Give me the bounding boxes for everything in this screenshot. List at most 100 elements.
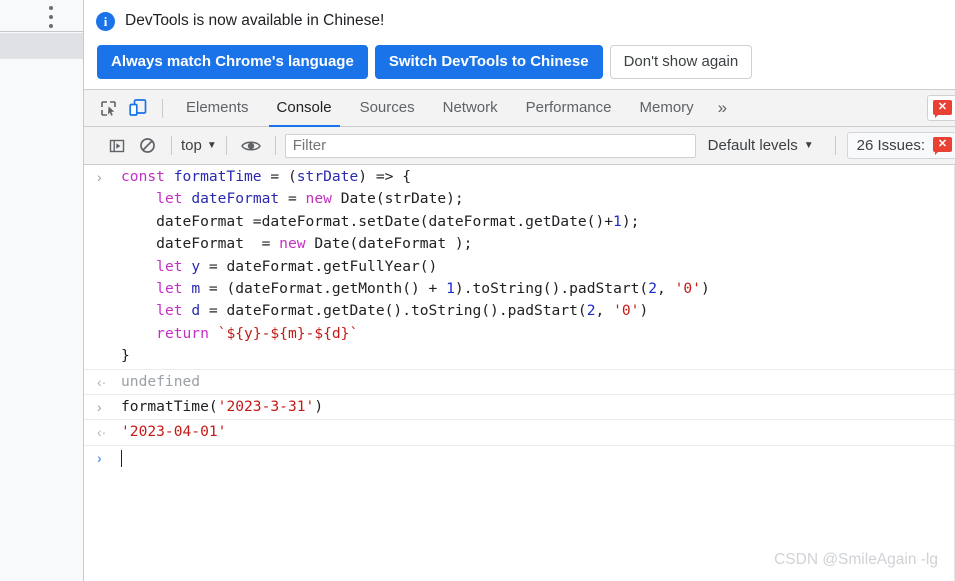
tabbar-divider [162, 98, 163, 118]
code-token: let [156, 257, 192, 275]
live-expression-eye-icon[interactable] [236, 131, 266, 161]
code-token: = ( [261, 168, 297, 185]
code-token: = (dateFormat.getMonth() + [200, 280, 447, 298]
language-banner: i DevTools is now available in Chinese! … [84, 0, 955, 89]
code-line: '2023-04-01' [121, 421, 955, 443]
sidebar-selected-row[interactable] [0, 33, 83, 60]
watermark: CSDN @SmileAgain -lg [774, 551, 938, 568]
console-prompt-line[interactable]: › [84, 444, 955, 474]
more-tabs-button[interactable]: » [708, 89, 737, 127]
execution-context-label: top [181, 137, 202, 154]
code-token: } [121, 347, 130, 365]
code-token: 2 [648, 280, 658, 298]
code-token: d [191, 302, 201, 320]
tabbar-right-group: ✕ [927, 89, 955, 127]
execution-context-selector[interactable]: top ▼ [181, 137, 217, 154]
code-token: ) [700, 280, 710, 298]
kebab-menu-icon[interactable] [46, 4, 56, 30]
banner-message: DevTools is now available in Chinese! [125, 12, 385, 29]
issues-button[interactable]: 26 Issues: ✕ [846, 132, 955, 159]
input-chevron-icon: › [97, 169, 102, 185]
tab-console[interactable]: Console [263, 89, 346, 127]
console-output-message: ‹· '2023-04-01' [84, 419, 955, 444]
tab-elements[interactable]: Elements [172, 89, 263, 127]
output-chevron-icon: ‹· [97, 373, 107, 390]
filter-input[interactable] [284, 133, 696, 158]
banner-message-row: i DevTools is now available in Chinese! [84, 8, 955, 34]
code-token: ) [314, 398, 324, 416]
device-toolbar-icon[interactable] [123, 93, 153, 123]
console-toolbar-divider-2 [225, 136, 227, 155]
console-toolbar-divider-1 [171, 136, 172, 155]
code-token: formatTime [173, 168, 262, 185]
tab-memory[interactable]: Memory [626, 89, 708, 127]
code-token: y [191, 257, 201, 275]
log-levels-selector[interactable]: Default levels ▼ [696, 137, 826, 154]
output-chevron-icon: ‹· [97, 424, 107, 441]
text-cursor [121, 449, 122, 467]
code-line: let y = dateFormat.getFullYear() [121, 256, 955, 278]
devtools-window: i DevTools is now available in Chinese! … [0, 0, 955, 581]
code-token: '0' [674, 280, 701, 298]
code-token: 1 [446, 280, 455, 298]
dont-show-again-button[interactable]: Don't show again [609, 45, 753, 79]
code-token: '2023-04-01' [121, 423, 227, 441]
inspect-element-icon[interactable] [93, 93, 123, 123]
code-token: , [595, 302, 614, 320]
code-token: Date(dateFormat ); [314, 235, 473, 253]
always-match-chrome-language-button[interactable]: Always match Chrome's language [97, 45, 368, 79]
code-token: ); [621, 212, 640, 230]
console-output-message: ‹· undefined [84, 368, 955, 394]
code-line: let dateFormat = new Date(strDate); [121, 188, 955, 210]
banner-button-row: Always match Chrome's language Switch De… [84, 45, 955, 79]
error-bubble-icon[interactable]: ✕ [933, 99, 952, 118]
code-token: const [121, 168, 174, 185]
chevron-down-icon: ▼ [206, 139, 217, 151]
tab-performance[interactable]: Performance [512, 89, 626, 127]
code-token: return [156, 324, 218, 342]
tab-sources[interactable]: Sources [346, 89, 429, 127]
code-token: new [279, 235, 315, 253]
page-sidebar [0, 0, 84, 581]
error-bubble-icon: ✕ [933, 137, 952, 155]
log-levels-label: Default levels [707, 137, 798, 154]
devtools-panel: i DevTools is now available in Chinese! … [84, 0, 955, 581]
switch-devtools-to-chinese-button[interactable]: Switch DevTools to Chinese [374, 45, 603, 79]
code-token: Date(strDate); [340, 190, 464, 208]
code-token: '2023-3-31' [217, 398, 315, 416]
code-token: ) [639, 302, 649, 320]
code-token: `${y}-${m}-${d}` [217, 324, 359, 342]
console-toolbar-divider-3 [274, 136, 276, 155]
sidebar-topbar [0, 0, 83, 32]
code-token: dateFormat =dateFormat.setDate(dateForma… [121, 212, 614, 230]
code-line: dateFormat =dateFormat.setDate(dateForma… [121, 211, 955, 233]
code-token: = dateFormat.getFullYear() [200, 257, 438, 275]
code-token: dateFormat [191, 190, 280, 208]
prompt-chevron-icon: › [97, 449, 102, 466]
clear-console-icon[interactable] [132, 131, 162, 161]
console-toolbar: top ▼ Default levels ▼ 26 Issues: ✕ [84, 127, 955, 165]
code-token: let [156, 280, 192, 298]
code-line: return `${y}-${m}-${d}` [121, 323, 955, 345]
code-line: let d = dateFormat.getDate().toString().… [121, 300, 955, 322]
input-chevron-icon: › [97, 399, 102, 416]
console-input-message: › formatTime('2023-3-31') [84, 394, 955, 419]
tab-network[interactable]: Network [429, 89, 512, 127]
code-token: 2 [586, 302, 596, 320]
code-token: strDate [296, 168, 359, 185]
chevron-down-icon: ▼ [803, 139, 814, 151]
code-token: = dateFormat.getDate().toString().padSta… [200, 302, 587, 320]
tabbar-error-badge-box[interactable]: ✕ [927, 95, 955, 121]
code-token: new [305, 190, 341, 208]
code-token: '0' [613, 302, 640, 320]
console-sidebar-icon[interactable] [102, 131, 132, 161]
code-line: dateFormat = new Date(dateFormat ); [121, 233, 955, 255]
console-toolbar-divider-4 [834, 136, 836, 155]
console-input-message: › const formatTime = (strDate) => { let d… [84, 165, 955, 369]
console-message-list[interactable]: › const formatTime = (strDate) => { let d… [84, 165, 955, 581]
